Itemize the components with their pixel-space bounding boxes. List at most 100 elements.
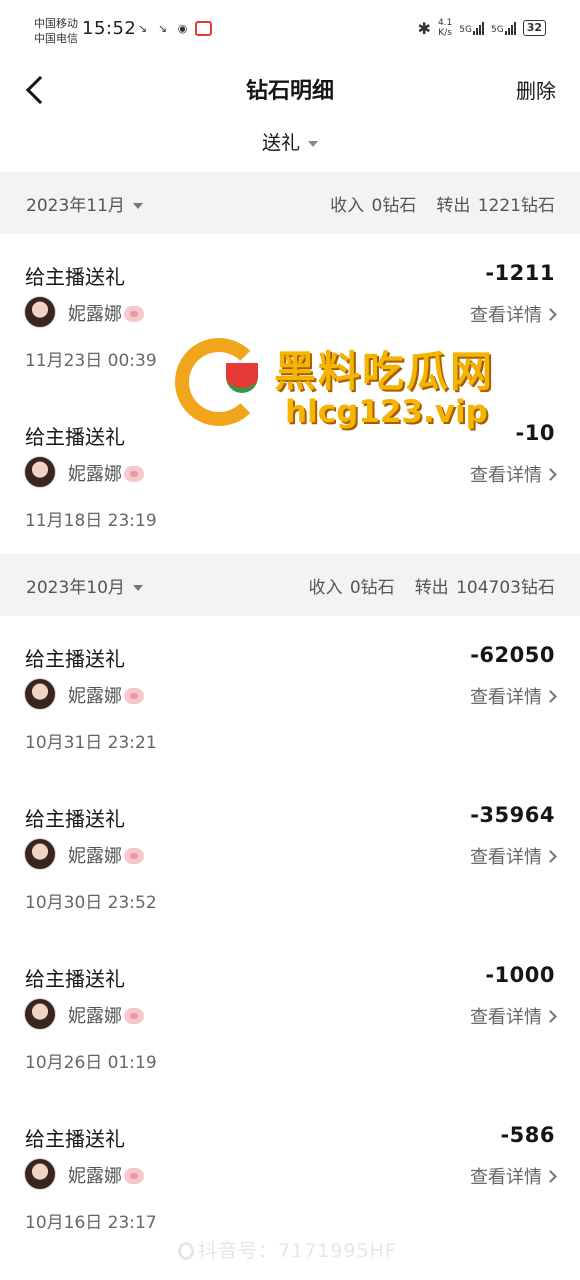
streamer-name-text: 妮露娜	[68, 1006, 122, 1027]
caret-down-icon	[132, 585, 143, 591]
transaction-type: 给主播送礼	[25, 647, 125, 671]
month-income: 收入 0钻石	[308, 578, 395, 598]
network-speed-value: 4.1	[437, 18, 453, 28]
chevron-right-icon	[544, 850, 557, 863]
pig-emoji-icon	[124, 1168, 144, 1184]
transaction-type: 给主播送礼	[25, 807, 125, 831]
transaction-type: 给主播送礼	[25, 1127, 125, 1151]
bluetooth-icon: ✱	[417, 18, 431, 38]
chevron-right-icon	[544, 1170, 557, 1183]
view-details-link[interactable]: 查看详情	[470, 1163, 557, 1189]
watermark-url: hlcg123.vip	[285, 394, 488, 430]
month-outgoing: 转出 104703钻石	[414, 578, 555, 598]
view-details-label: 查看详情	[470, 305, 542, 326]
pig-emoji-icon	[124, 306, 144, 322]
avatar	[24, 838, 56, 870]
streamer-name-text: 妮露娜	[68, 304, 122, 325]
transaction-type: 给主播送礼	[25, 265, 125, 289]
transaction-type: 给主播送礼	[25, 425, 125, 449]
transaction-row[interactable]: 给主播送礼 -1000 妮露娜 查看详情 10月26日 01:19	[0, 936, 580, 1096]
view-details-link[interactable]: 查看详情	[470, 1003, 557, 1029]
transaction-time: 11月23日 00:39	[25, 351, 157, 371]
month-income: 收入 0钻石	[330, 196, 417, 216]
carrier-1: 中国移动	[34, 17, 78, 30]
page-title: 钻石明细	[245, 79, 334, 104]
avatar	[24, 296, 56, 328]
transaction-row[interactable]: 给主播送礼 -62050 妮露娜 查看详情 10月31日 23:21	[0, 616, 580, 776]
avatar	[24, 1158, 56, 1190]
streamer-name: 妮露娜	[68, 842, 144, 868]
avatar	[24, 678, 56, 710]
douyin-id: 抖音号：7171995HF	[198, 1240, 397, 1262]
chevron-right-icon	[544, 308, 557, 321]
transaction-amount: -35964	[470, 803, 555, 827]
missed-call-icon: ↘	[137, 22, 148, 35]
douyin-logo-icon	[178, 1242, 194, 1260]
streamer-name-text: 妮露娜	[68, 1166, 122, 1187]
streamer-name-text: 妮露娜	[68, 464, 122, 485]
network-speed-unit: K/s	[438, 28, 452, 38]
transaction-amount: -1000	[485, 963, 555, 987]
view-details-link[interactable]: 查看详情	[470, 683, 557, 709]
month-selector[interactable]: 2023年10月	[26, 573, 143, 598]
transaction-time: 10月26日 01:19	[25, 1053, 157, 1073]
transaction-amount: -10	[515, 421, 555, 445]
carrier-info: 中国移动 中国电信	[34, 16, 78, 46]
month-stats: 收入 0钻石 转出 1221钻石	[330, 191, 555, 216]
carrier-2: 中国电信	[34, 32, 78, 45]
view-details-label: 查看详情	[470, 847, 542, 868]
delete-button[interactable]: 删除	[516, 75, 556, 104]
transaction-row[interactable]: 给主播送礼 -586 妮露娜 查看详情 10月16日 23:17	[0, 1096, 580, 1256]
view-details-label: 查看详情	[470, 1007, 542, 1028]
month-header: 2023年11月 收入 0钻石 转出 1221钻石	[0, 172, 580, 234]
app-notification-icon: ◉	[177, 22, 188, 35]
chevron-right-icon	[544, 468, 557, 481]
transaction-time: 10月31日 23:21	[25, 733, 157, 753]
month-label: 2023年10月	[26, 578, 125, 598]
view-details-link[interactable]: 查看详情	[470, 461, 557, 487]
filter-label: 送礼	[261, 132, 300, 154]
month-header: 2023年10月 收入 0钻石 转出 104703钻石	[0, 554, 580, 616]
month-stats: 收入 0钻石 转出 104703钻石	[308, 573, 555, 598]
month-outgoing: 转出 1221钻石	[436, 196, 555, 216]
caret-down-icon	[132, 203, 143, 209]
app-notification-icon	[195, 21, 212, 36]
missed-call-icon: ↘	[157, 22, 168, 35]
transaction-time: 10月16日 23:17	[25, 1213, 157, 1233]
transaction-type: 给主播送礼	[25, 967, 125, 991]
chevron-right-icon	[544, 690, 557, 703]
pig-emoji-icon	[124, 848, 144, 864]
streamer-name: 妮露娜	[68, 1002, 144, 1028]
view-details-label: 查看详情	[470, 1167, 542, 1188]
streamer-name: 妮露娜	[68, 1162, 144, 1188]
view-details-link[interactable]: 查看详情	[470, 301, 557, 327]
avatar	[24, 998, 56, 1030]
network-speed: 4.1 K/s	[438, 18, 452, 38]
month-selector[interactable]: 2023年11月	[26, 191, 143, 216]
watermark-site-name: 黑料吃瓜网	[274, 347, 495, 396]
chevron-right-icon	[544, 1010, 557, 1023]
transaction-time: 10月30日 23:52	[25, 893, 157, 913]
caret-down-icon	[308, 140, 318, 147]
avatar	[24, 456, 56, 488]
streamer-name-text: 妮露娜	[68, 686, 122, 707]
system-icons: ✱ 4.1 K/s 5G 5G 32	[418, 18, 546, 38]
top-nav: 钻石明细 删除	[0, 58, 580, 120]
battery-icon: 32	[522, 20, 546, 36]
transaction-row[interactable]: 给主播送礼 -35964 妮露娜 查看详情 10月30日 23:52	[0, 776, 580, 936]
status-time: 15:52	[82, 18, 137, 39]
view-details-link[interactable]: 查看详情	[470, 843, 557, 869]
status-bar: 中国移动 中国电信 15:52 ↘ ↘ ◉ ✱ 4.1 K/s 5G 5G 32	[0, 0, 580, 58]
transaction-amount: -586	[500, 1123, 555, 1147]
pig-emoji-icon	[124, 1008, 144, 1024]
filter-dropdown[interactable]: 送礼	[0, 128, 580, 155]
transaction-amount: -1211	[485, 261, 555, 285]
signal-label: 5G	[490, 24, 504, 35]
douyin-watermark: 抖音号：7171995HF	[178, 1236, 397, 1263]
signal-label: 5G	[459, 24, 472, 35]
view-details-label: 查看详情	[470, 687, 542, 708]
streamer-name: 妮露娜	[68, 300, 144, 326]
streamer-name-text: 妮露娜	[68, 846, 122, 867]
transaction-time: 11月18日 23:19	[25, 511, 157, 531]
view-details-label: 查看详情	[470, 465, 542, 486]
